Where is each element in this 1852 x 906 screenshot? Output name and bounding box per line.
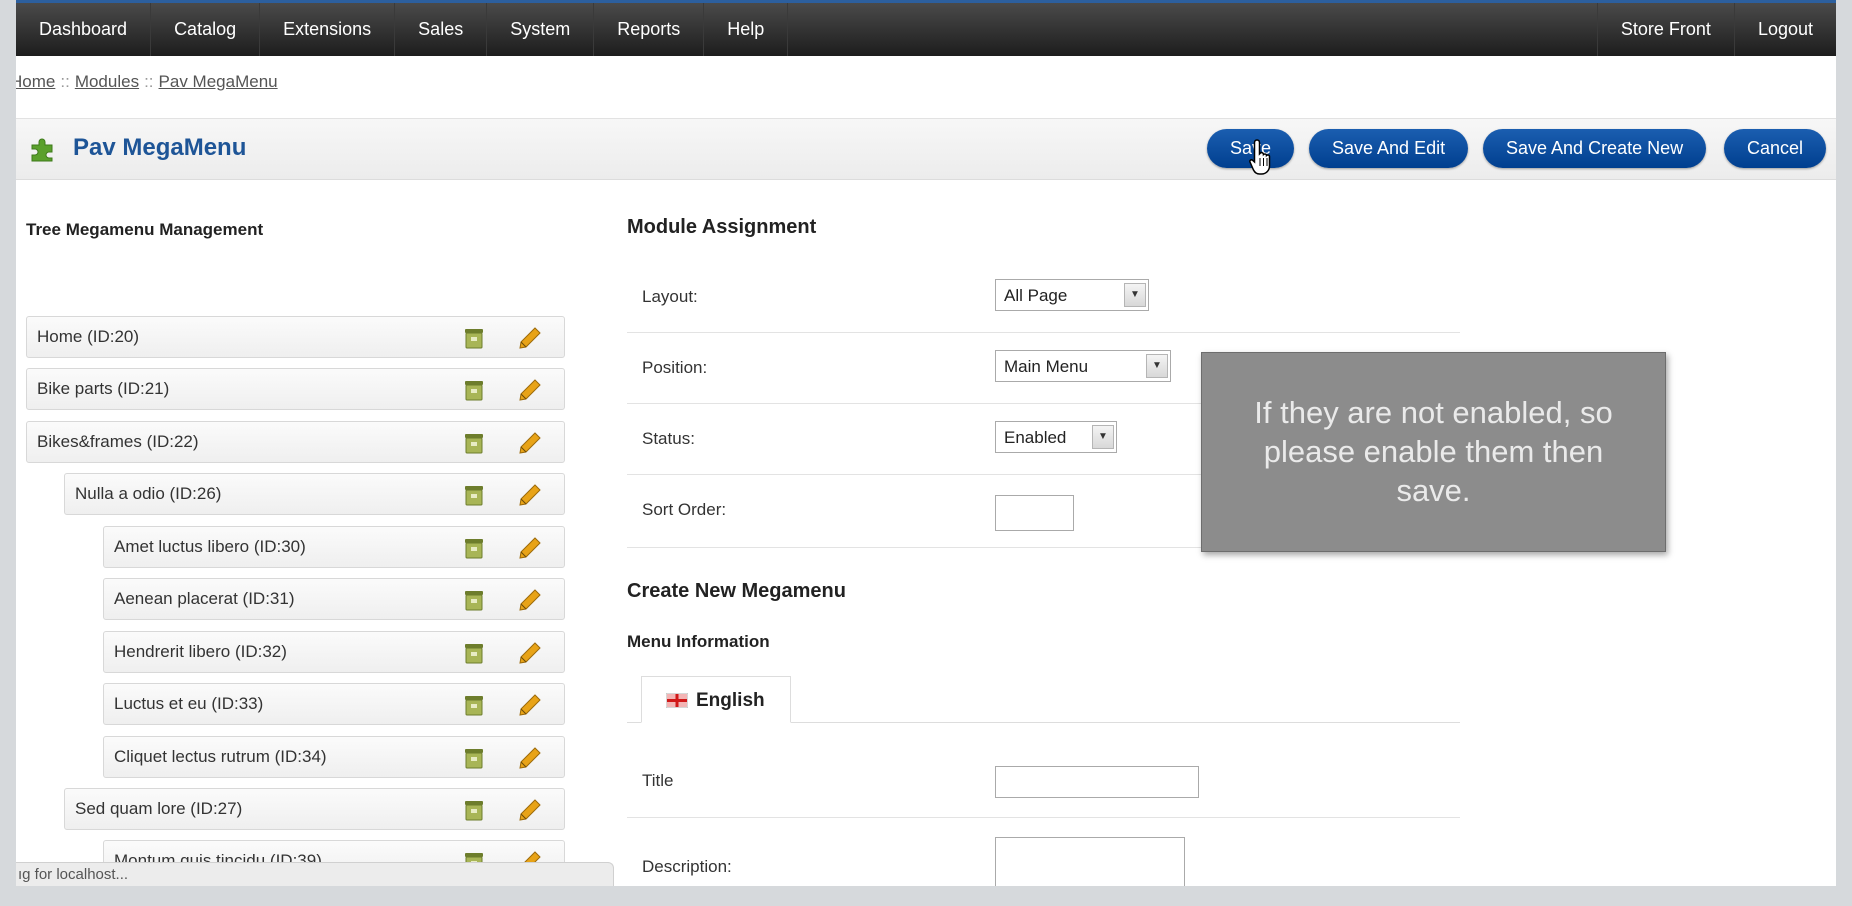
breadcrumb-home[interactable]: Home [16, 72, 55, 91]
pencil-icon[interactable] [518, 693, 542, 717]
menu-information-title: Menu Information [627, 632, 770, 651]
nav-right: Store Front Logout [1596, 3, 1836, 56]
tree-item-label: Amet luctus libero (ID:30) [114, 537, 306, 556]
nav-help[interactable]: Help [704, 3, 789, 56]
tree-item[interactable]: Cliquet lectus rutrum (ID:34) [103, 736, 565, 778]
nav-system[interactable]: System [487, 3, 595, 56]
hand-cursor-icon [1249, 139, 1271, 175]
delete-icon[interactable] [462, 693, 486, 717]
title-label: Title [642, 771, 674, 790]
instruction-tooltip: If they are not enabled, so please enabl… [1201, 352, 1666, 552]
nav-logout[interactable]: Logout [1733, 3, 1836, 56]
delete-icon[interactable] [462, 431, 486, 455]
pencil-icon[interactable] [518, 326, 542, 350]
tree-item[interactable]: Hendrerit libero (ID:32) [103, 631, 565, 673]
sort-order-label: Sort Order: [642, 500, 727, 519]
pencil-icon[interactable] [518, 378, 542, 402]
delete-icon[interactable] [462, 641, 486, 665]
status-select[interactable]: Enabled ▼ [995, 421, 1117, 453]
tree-item[interactable]: Sed quam lore (ID:27) [64, 788, 565, 830]
tree-item[interactable]: Amet luctus libero (ID:30) [103, 526, 565, 568]
layout-select[interactable]: All Page ▼ [995, 279, 1149, 311]
tree-item-label: Bikes&frames (ID:22) [37, 432, 199, 451]
tree-item[interactable]: Bike parts (ID:21) [26, 368, 565, 410]
pencil-icon[interactable] [518, 641, 542, 665]
tree-item[interactable]: Bikes&frames (ID:22) [26, 421, 565, 463]
create-megamenu-title: Create New Megamenu [627, 580, 846, 602]
tree-item[interactable]: Aenean placerat (ID:31) [103, 578, 565, 620]
description-row: Description: [627, 817, 1460, 886]
page-title: Pav MegaMenu [73, 134, 247, 161]
sort-order-input[interactable] [995, 495, 1074, 531]
tree-item-label: Luctus et eu (ID:33) [114, 694, 264, 713]
module-assignment-title: Module Assignment [627, 216, 817, 238]
layout-row: Layout: All Page ▼ [627, 262, 1460, 333]
delete-icon[interactable] [462, 588, 486, 612]
breadcrumb-modules[interactable]: Modules [75, 72, 139, 91]
position-select-value: Main Menu [1004, 357, 1089, 376]
tree-title: Tree Megamenu Management [26, 220, 264, 239]
puzzle-piece-icon [31, 138, 53, 162]
chevron-down-icon: ▼ [1124, 283, 1146, 307]
tree-item-label: Nulla a odio (ID:26) [75, 484, 222, 503]
admin-window: Dashboard Catalog Extensions Sales Syste… [16, 0, 1836, 886]
chevron-down-icon: ▼ [1092, 425, 1114, 449]
tree-item[interactable]: Luctus et eu (ID:33) [103, 683, 565, 725]
breadcrumb-pav-megamenu[interactable]: Pav MegaMenu [159, 72, 278, 91]
save-and-edit-button[interactable]: Save And Edit [1309, 129, 1469, 168]
position-select[interactable]: Main Menu ▼ [995, 350, 1171, 382]
status-label: Status: [642, 429, 695, 448]
uk-flag-icon [666, 693, 688, 708]
position-label: Position: [642, 358, 708, 377]
nav-dashboard[interactable]: Dashboard [16, 3, 152, 56]
title-row: Title [627, 746, 1460, 818]
nav-store-front[interactable]: Store Front [1596, 3, 1734, 56]
layout-label: Layout: [642, 287, 698, 306]
tree-item-label: Sed quam lore (ID:27) [75, 799, 243, 818]
pencil-icon[interactable] [518, 483, 542, 507]
pencil-icon[interactable] [518, 431, 542, 455]
chevron-down-icon: ▼ [1146, 354, 1168, 378]
pencil-icon[interactable] [518, 588, 542, 612]
delete-icon[interactable] [462, 326, 486, 350]
description-textarea[interactable] [995, 837, 1185, 886]
nav-catalog[interactable]: Catalog [151, 3, 261, 56]
main-nav: Dashboard Catalog Extensions Sales Syste… [16, 3, 789, 56]
cancel-button[interactable]: Cancel [1724, 129, 1827, 168]
tab-english-label: English [696, 690, 765, 711]
browser-status-bar: ıg for localhost... [16, 862, 614, 886]
tree-item-label: Aenean placerat (ID:31) [114, 589, 295, 608]
tree-item-label: Bike parts (ID:21) [37, 379, 170, 398]
top-navbar: Dashboard Catalog Extensions Sales Syste… [16, 0, 1836, 56]
description-label: Description: [642, 857, 732, 876]
pencil-icon[interactable] [518, 798, 542, 822]
tree-item-label: Cliquet lectus rutrum (ID:34) [114, 747, 327, 766]
breadcrumb: Home:: Modules:: Pav MegaMenu [16, 72, 278, 92]
status-select-value: Enabled [1004, 428, 1067, 447]
tree-item[interactable]: Nulla a odio (ID:26) [64, 473, 565, 515]
tree-item[interactable]: Home (ID:20) [26, 316, 565, 358]
tab-english[interactable]: English [641, 676, 791, 723]
delete-icon[interactable] [462, 483, 486, 507]
nav-extensions[interactable]: Extensions [260, 3, 396, 56]
tree-item-label: Home (ID:20) [37, 327, 140, 346]
layout-select-value: All Page [1004, 286, 1068, 305]
pencil-icon[interactable] [518, 746, 542, 770]
title-input[interactable] [995, 766, 1199, 798]
delete-icon[interactable] [462, 536, 486, 560]
save-and-create-new-button[interactable]: Save And Create New [1483, 129, 1707, 168]
breadcrumb-separator: :: [60, 72, 70, 91]
delete-icon[interactable] [462, 378, 486, 402]
breadcrumb-separator: :: [144, 72, 154, 91]
delete-icon[interactable] [462, 746, 486, 770]
delete-icon[interactable] [462, 798, 486, 822]
heading-bar: Pav MegaMenu Save Save And Edit Save And… [16, 118, 1836, 180]
tree-item-label: Hendrerit libero (ID:32) [114, 642, 287, 661]
nav-sales[interactable]: Sales [395, 3, 488, 56]
nav-reports[interactable]: Reports [594, 3, 705, 56]
pencil-icon[interactable] [518, 536, 542, 560]
